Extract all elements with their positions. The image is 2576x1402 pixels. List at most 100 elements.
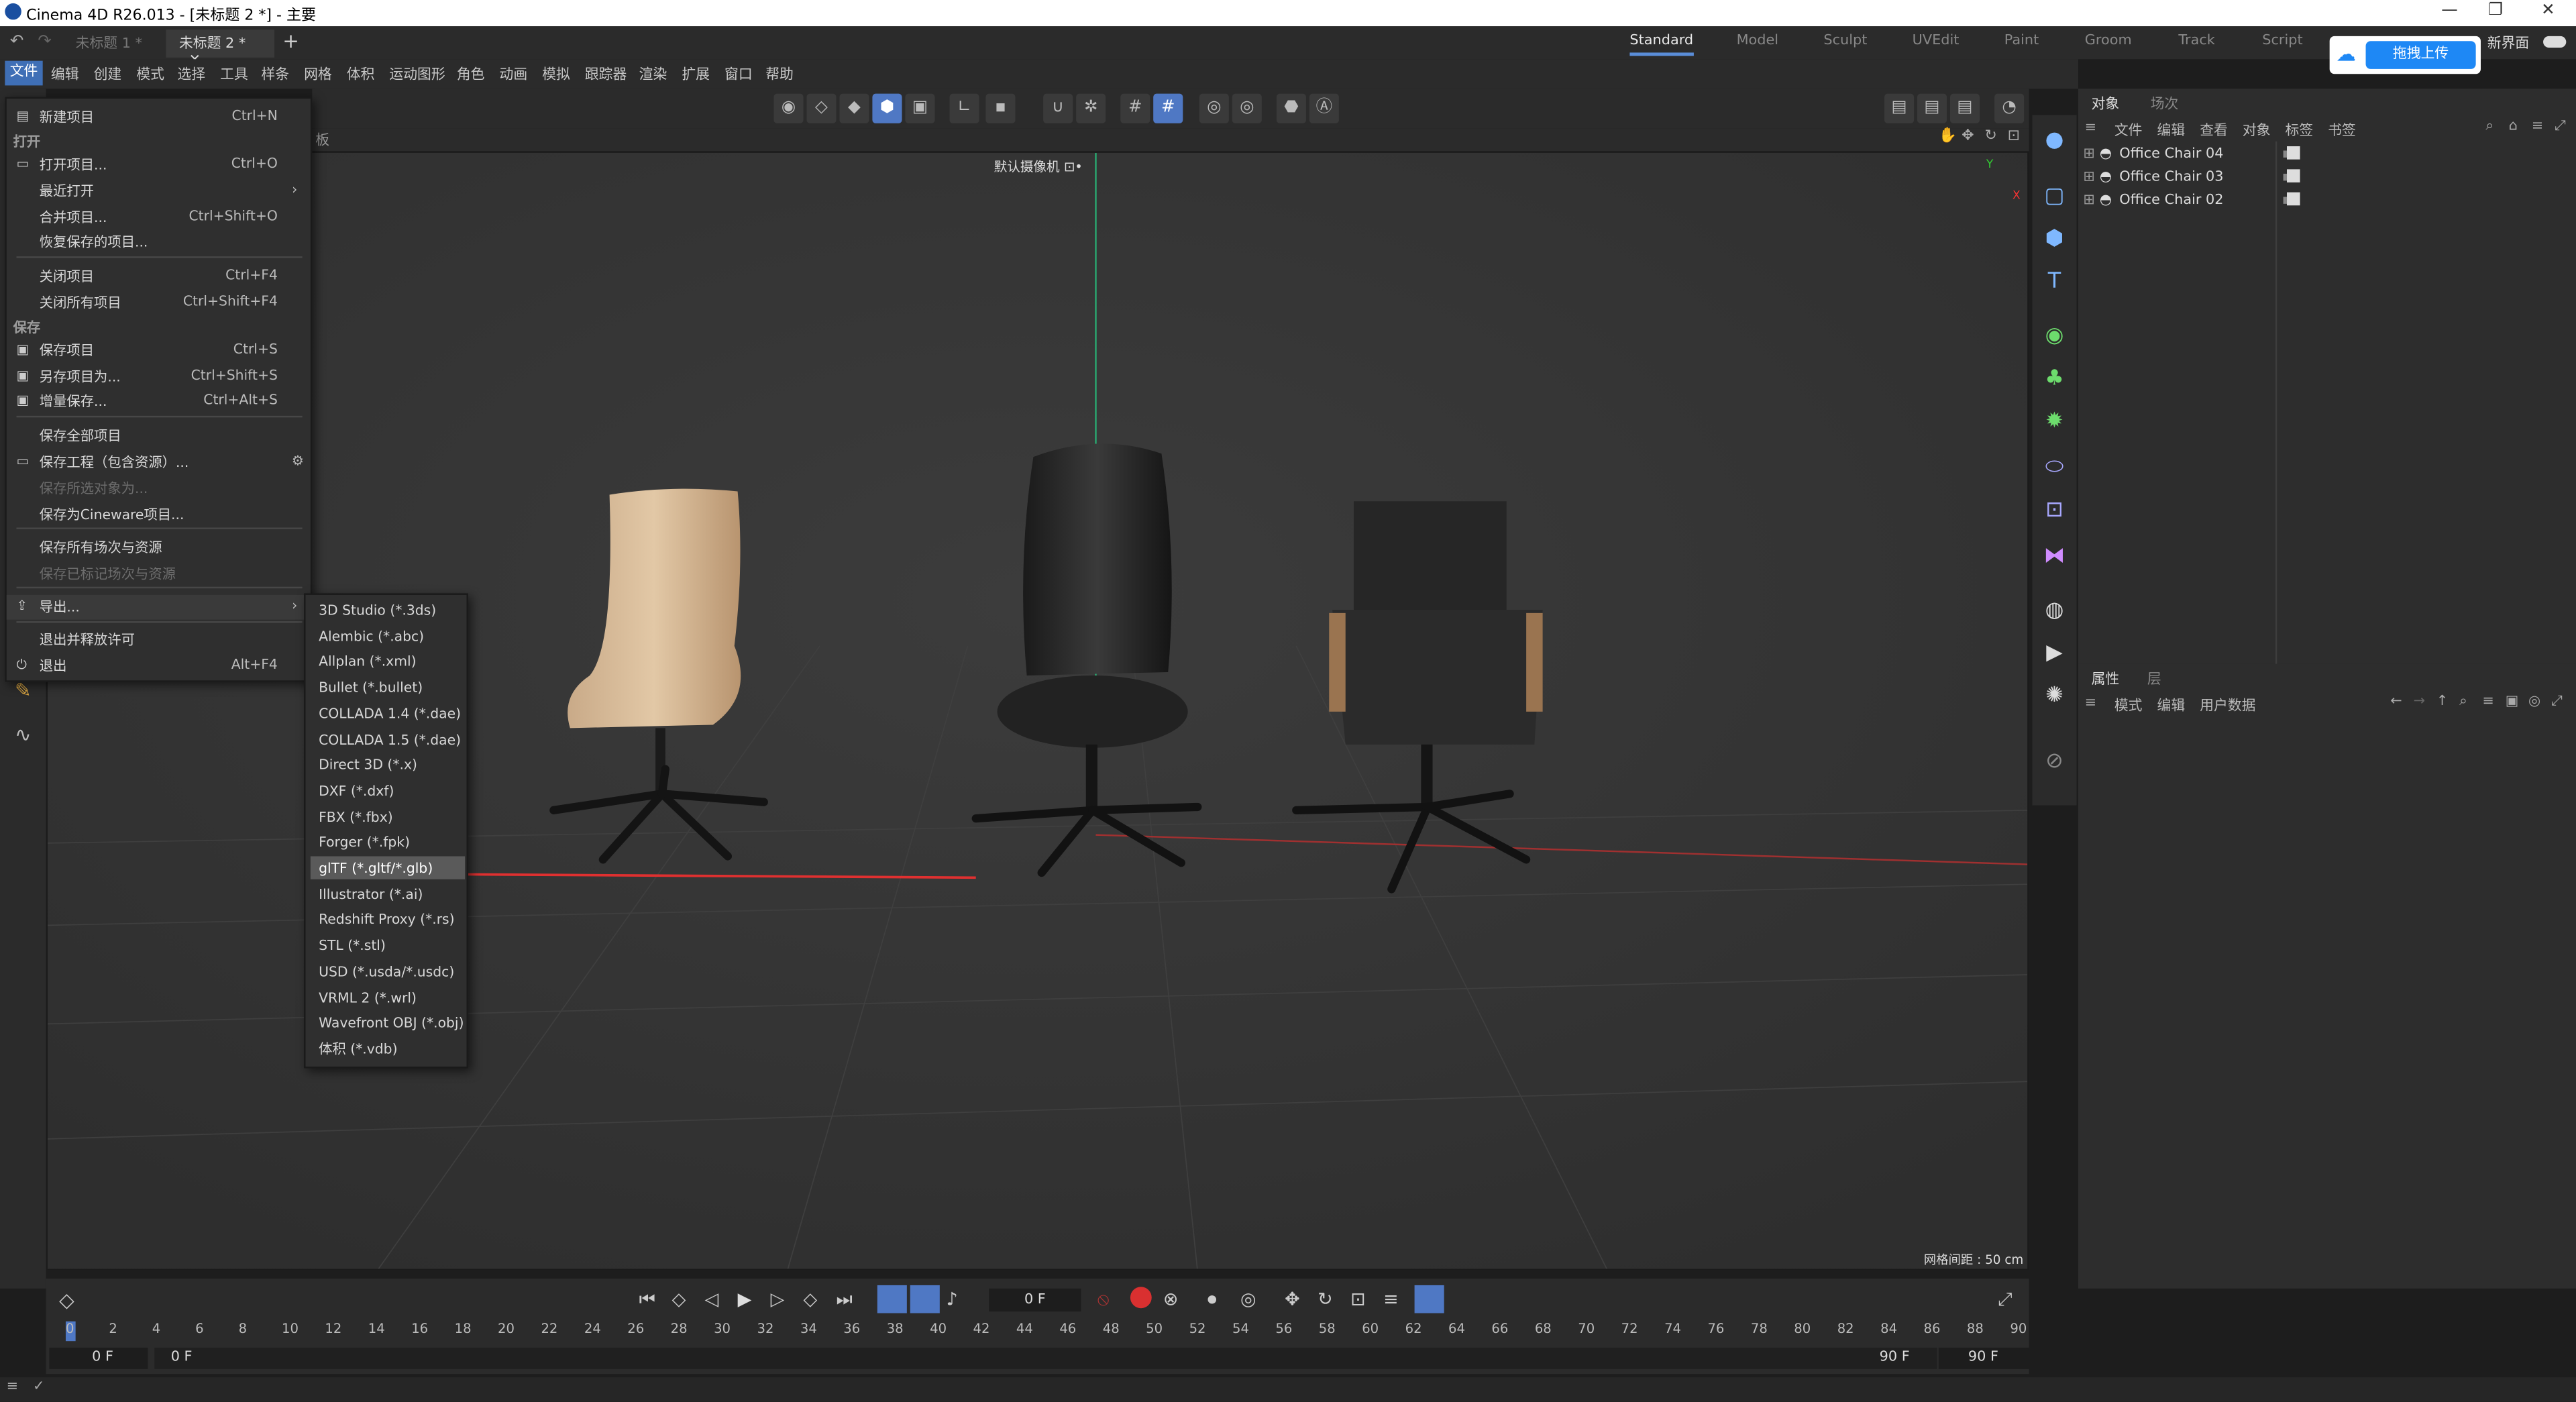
record-pos-icon[interactable]: ⏺ (1208, 1289, 1216, 1311)
export-item[interactable]: DXF (*.dxf) (311, 779, 465, 802)
magnet-icon[interactable]: ∪ (1043, 93, 1073, 123)
material-tag-icon[interactable] (2287, 146, 2300, 160)
object-row[interactable]: ⊞◓Office Chair 03▪⁚ (2078, 169, 2576, 192)
cloner-icon[interactable]: ♣ (2039, 363, 2070, 394)
menu-edit[interactable]: 编辑 (51, 64, 79, 84)
menu-select[interactable]: 选择 (177, 64, 205, 84)
object-row[interactable]: ⊞◓Office Chair 04▪⁚​ (2078, 146, 2576, 169)
attr-menu-userdata[interactable]: 用户数据 (2200, 695, 2255, 715)
hamburger-icon[interactable]: ≡ (2085, 120, 2096, 137)
field-icon[interactable]: ⊡ (2039, 494, 2070, 526)
record-icon[interactable]: ⦸ (1097, 1289, 1110, 1311)
go-to-end-icon[interactable]: ⏭ (837, 1289, 853, 1311)
menu-window[interactable]: 窗口 (724, 64, 753, 84)
layout-paint[interactable]: Paint (2004, 33, 2039, 50)
material-tag-icon[interactable] (2287, 169, 2300, 182)
obj-menu-object[interactable]: 对象 (2243, 120, 2271, 140)
tab-attributes[interactable]: 属性 (2092, 669, 2120, 689)
menu-item-save[interactable]: ▣ 保存项目 Ctrl+S (7, 339, 311, 362)
graph-icon[interactable]: ⤢ (1998, 1289, 2012, 1311)
tab-document-1[interactable]: 未标题 1 * (62, 30, 164, 58)
menu-render[interactable]: 渲染 (639, 64, 667, 84)
keyframe-selection-icon[interactable]: ⊗ (1163, 1289, 1179, 1310)
edges-mode-icon[interactable]: ◇ (806, 93, 837, 123)
prev-key-icon[interactable]: ◇ (672, 1289, 686, 1310)
layout-standard[interactable]: Standard (1629, 33, 1694, 56)
layout-toggle[interactable] (2543, 36, 2567, 48)
move-key-icon[interactable]: ✥ (1285, 1289, 1300, 1310)
next-key-icon[interactable]: ◇ (804, 1289, 818, 1310)
effector-icon[interactable]: ✹ (2039, 406, 2070, 437)
render-settings-icon[interactable]: ▤ (1949, 93, 1980, 123)
layout-script[interactable]: Script (2262, 33, 2302, 50)
menu-item-open-project[interactable]: ▭ 打开项目... Ctrl+O (7, 153, 311, 176)
axis-mode-icon[interactable]: ∟ (949, 93, 979, 123)
up-arrow-icon[interactable]: ↑ (2436, 694, 2448, 710)
environment-icon[interactable]: ◍ (2039, 595, 2070, 627)
attr-menu-edit[interactable]: 编辑 (2157, 695, 2186, 715)
search-icon[interactable]: ⌕ (2459, 694, 2467, 710)
tab-document-2[interactable]: 未标题 2 * ✕ (166, 30, 274, 69)
rectangle-icon[interactable]: ▢ (2039, 181, 2070, 213)
expand-icon[interactable]: ⤢ (2551, 694, 2563, 710)
menu-item-save-all-takes[interactable]: 保存所有场次与资源 (7, 536, 311, 559)
menu-icon[interactable]: ≡ (7, 1379, 18, 1396)
menu-simulate[interactable]: 模拟 (542, 64, 570, 84)
back-arrow-icon[interactable]: ← (2390, 694, 2402, 710)
grid-icon[interactable]: # (1120, 93, 1150, 123)
range-end-field[interactable]: 90 F (1880, 1348, 1910, 1369)
sound-icon[interactable]: ♪ (947, 1289, 958, 1310)
sketch-icon[interactable]: ⊘ (2039, 746, 2070, 777)
upload-widget[interactable]: ☁ 拖拽上传 (2329, 36, 2481, 74)
export-item[interactable]: Wavefront OBJ (*.obj) (311, 1011, 465, 1034)
undo-icon[interactable]: ↶ (10, 33, 24, 51)
param-key-icon[interactable]: ≡ (1383, 1289, 1399, 1310)
pan-icon[interactable]: ✋ (1939, 128, 1957, 145)
export-item[interactable]: Direct 3D (*.x) (311, 753, 465, 776)
export-item[interactable]: 体积 (*.vdb) (311, 1037, 465, 1060)
autokey-icon[interactable] (1130, 1287, 1152, 1309)
menu-help[interactable]: 帮助 (765, 64, 794, 84)
obj-menu-tag[interactable]: 标签 (2286, 120, 2314, 140)
play-icon[interactable]: ▶ (738, 1289, 752, 1310)
export-item[interactable]: STL (*.stl) (311, 934, 465, 957)
start-frame-field[interactable]: 0 F (49, 1348, 148, 1369)
export-item[interactable]: Alembic (*.abc) (311, 624, 465, 647)
filter-icon[interactable]: ≡ (2482, 694, 2493, 710)
home-icon[interactable]: ⌂ (2509, 118, 2518, 135)
menu-extensions[interactable]: 扩展 (682, 64, 710, 84)
object-axis-icon[interactable]: ⬣ (1276, 93, 1306, 123)
redo-icon[interactable]: ↷ (38, 33, 52, 51)
close-button[interactable]: ✕ (2524, 1, 2573, 19)
maximize-view-icon[interactable]: ⊡ (2008, 128, 2020, 145)
menu-create[interactable]: 创建 (94, 64, 122, 84)
texture-mode-icon[interactable]: ▣ (905, 93, 935, 123)
tab-objects[interactable]: 对象 (2092, 94, 2120, 114)
export-item[interactable]: Allplan (*.xml) (311, 650, 465, 673)
points-mode-icon[interactable]: ◉ (773, 93, 804, 123)
generator-icon[interactable]: ◉ (2039, 321, 2070, 352)
render-region-icon[interactable]: ◎ (1232, 93, 1262, 123)
menu-mode[interactable]: 模式 (136, 64, 164, 84)
menu-mesh[interactable]: 网格 (304, 64, 332, 84)
maximize-button[interactable]: ❐ (2471, 1, 2520, 19)
timeline-ruler[interactable]: 0 2 4 6 8 10 12 14 16 18 20 22 24 26 28 30 32 34 36 38 40 42 4… (62, 1318, 2027, 1344)
menu-item-export[interactable]: ⇪ 导出... › (6, 594, 311, 620)
export-item[interactable]: glTF (*.gltf/*.glb) (310, 856, 466, 879)
menu-tracker[interactable]: 跟踪器 (585, 64, 627, 84)
polygons-mode-icon[interactable]: ◆ (839, 93, 869, 123)
obj-menu-bookmark[interactable]: 书签 (2328, 120, 2356, 140)
text-icon[interactable]: T (2039, 266, 2070, 298)
go-to-start-icon[interactable]: ⏮ (639, 1289, 655, 1311)
layout-sculpt[interactable]: Sculpt (1823, 33, 1867, 50)
export-item[interactable]: USD (*.usda/*.usdc) (311, 959, 465, 982)
layout-groom[interactable]: Groom (2085, 33, 2132, 50)
cube-icon[interactable]: ⬢ (2039, 223, 2070, 255)
export-item[interactable]: Illustrator (*.ai) (311, 882, 465, 905)
obj-menu-view[interactable]: 查看 (2200, 120, 2228, 140)
current-frame-field[interactable]: 0 F (989, 1288, 1081, 1312)
object-row[interactable]: ⊞◓Office Chair 02▪⁚ (2078, 193, 2576, 215)
export-item[interactable]: COLLADA 1.4 (*.dae) (311, 702, 465, 724)
material-tag-icon[interactable] (2287, 192, 2300, 206)
tab-takes[interactable]: 场次 (2151, 94, 2179, 114)
